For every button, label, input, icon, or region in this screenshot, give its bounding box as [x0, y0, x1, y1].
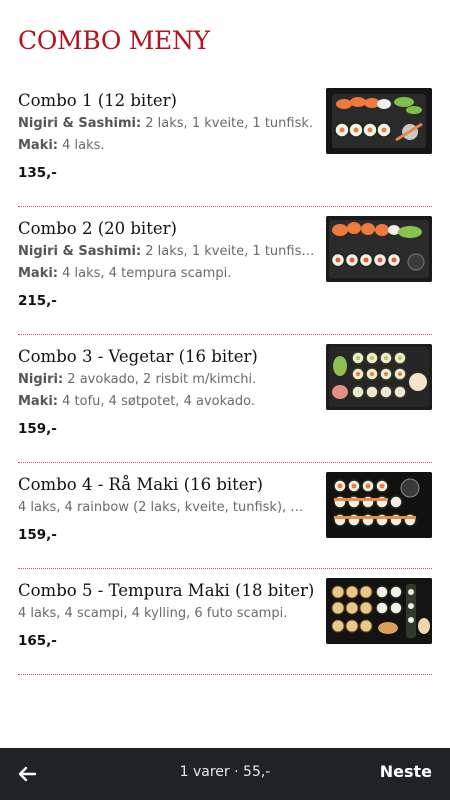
- item-description-line: Maki: 4 tofu, 4 søtpotet, 4 avokado.: [18, 391, 318, 413]
- next-button[interactable]: Neste: [380, 762, 432, 781]
- item-price: 165,-: [18, 633, 57, 649]
- item-price: 159,-: [18, 421, 57, 437]
- item-line-text: 4 laks, 4 tempura scampi.: [58, 266, 232, 281]
- item-details: Combo 3 - Vegetar (16 biter) Nigiri: 2 a…: [18, 345, 318, 440]
- item-name: Combo 4 - Rå Maki (16 biter): [18, 475, 263, 494]
- item-line-label: Nigiri:: [18, 372, 64, 387]
- item-description-line: Nigiri & Sashimi: 2 laks, 1 kveite, 1 tu…: [18, 113, 318, 135]
- bottom-cart-bar: 1 varer · 55,- Neste: [0, 748, 450, 800]
- item-details: Combo 4 - Rå Maki (16 biter) 4 laks, 4 r…: [18, 473, 318, 546]
- item-description-line: Nigiri: 2 avokado, 2 risbit m/kimchi.: [18, 369, 318, 391]
- item-description-line: Nigiri & Sashimi: 2 laks, 1 kveite, 1 tu…: [18, 241, 318, 263]
- item-photo: [326, 88, 432, 154]
- item-description-line: 4 laks, 4 rainbow (2 laks, kveite, tunfi…: [18, 497, 318, 519]
- item-name: Combo 2 (20 biter): [18, 219, 177, 238]
- item-line-label: Maki:: [18, 138, 59, 153]
- item-line-text: 4 laks.: [58, 138, 105, 153]
- item-price: 159,-: [18, 527, 57, 543]
- item-line-text: 2 avokado, 2 risbit m/kimchi.: [63, 372, 257, 387]
- item-details: Combo 5 - Tempura Maki (18 biter) 4 laks…: [18, 579, 318, 652]
- item-description-line: Maki: 4 laks.: [18, 135, 318, 157]
- item-line-text: 2 laks, 1 kveite, 1 tunfisk.: [141, 116, 314, 131]
- menu-item-combo-3[interactable]: Combo 3 - Vegetar (16 biter) Nigiri: 2 a…: [18, 335, 432, 463]
- item-name: Combo 5 - Tempura Maki (18 biter): [18, 581, 315, 600]
- item-line-text: 4 laks, 4 scampi, 4 kylling, 6 futo scam…: [18, 606, 288, 621]
- item-photo: [326, 472, 432, 538]
- menu-list: Combo 1 (12 biter) Nigiri & Sashimi: 2 l…: [0, 79, 450, 675]
- item-line-text: 4 tofu, 4 søtpotet, 4 avokado.: [58, 394, 255, 409]
- item-photo: [326, 578, 432, 644]
- item-name: Combo 3 - Vegetar (16 biter): [18, 347, 258, 366]
- item-details: Combo 2 (20 biter) Nigiri & Sashimi: 2 l…: [18, 217, 318, 312]
- menu-item-combo-1[interactable]: Combo 1 (12 biter) Nigiri & Sashimi: 2 l…: [18, 79, 432, 207]
- item-line-text: 2 laks, 1 kveite, 1 tunfisk…: [141, 244, 318, 259]
- item-line-label: Nigiri & Sashimi:: [18, 116, 142, 131]
- item-price: 135,-: [18, 165, 57, 181]
- item-name: Combo 1 (12 biter): [18, 91, 177, 110]
- item-description-line: 4 laks, 4 scampi, 4 kylling, 6 futo scam…: [18, 603, 318, 625]
- item-line-text: 4 laks, 4 rainbow (2 laks, kveite, tunfi…: [18, 500, 304, 515]
- item-line-label: Maki:: [18, 266, 59, 281]
- menu-item-combo-5[interactable]: Combo 5 - Tempura Maki (18 biter) 4 laks…: [18, 569, 432, 675]
- item-price: 215,-: [18, 293, 57, 309]
- item-photo: [326, 216, 432, 282]
- item-photo: [326, 344, 432, 410]
- page-title: COMBO MENY: [18, 26, 210, 55]
- item-line-label: Nigiri & Sashimi:: [18, 244, 142, 259]
- menu-item-combo-2[interactable]: Combo 2 (20 biter) Nigiri & Sashimi: 2 l…: [18, 207, 432, 335]
- item-line-label: Maki:: [18, 394, 59, 409]
- item-description-line: Maki: 4 laks, 4 tempura scampi.: [18, 263, 318, 285]
- item-details: Combo 1 (12 biter) Nigiri & Sashimi: 2 l…: [18, 89, 318, 184]
- menu-item-combo-4[interactable]: Combo 4 - Rå Maki (16 biter) 4 laks, 4 r…: [18, 463, 432, 569]
